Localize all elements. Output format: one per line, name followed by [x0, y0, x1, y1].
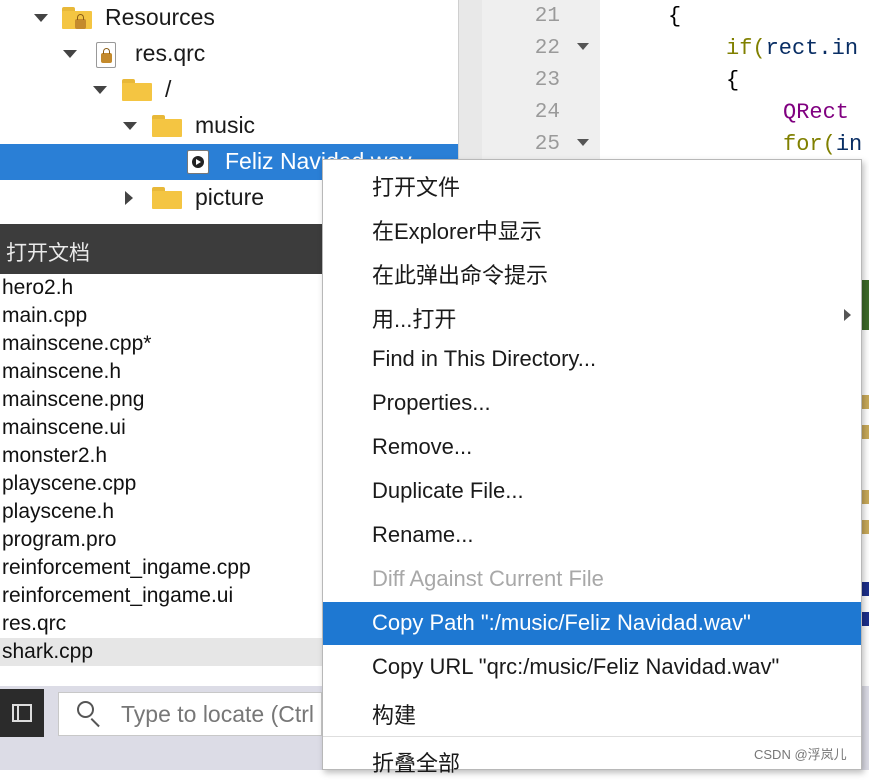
line-number: 25 [534, 133, 560, 156]
menu-item-open-with[interactable]: 用...打开 [323, 294, 861, 337]
menu-separator [323, 736, 861, 737]
tree-item-label: / [165, 76, 172, 102]
fold-marker-icon[interactable] [577, 139, 589, 146]
open-document-item[interactable]: mainscene.png [2, 388, 144, 412]
menu-item-build[interactable]: 构建 [323, 690, 861, 733]
open-document-item[interactable]: reinforcement_ingame.ui [2, 584, 233, 608]
folder-icon [152, 115, 182, 137]
code-line: QRect [783, 100, 850, 125]
open-documents-title: 打开文档 [6, 242, 90, 265]
editor-marker [861, 395, 869, 409]
folder-icon [122, 79, 152, 101]
menu-item-find-in-directory[interactable]: Find in This Directory... [323, 338, 861, 381]
open-document-item[interactable]: main.cpp [2, 304, 87, 328]
collapse-arrow-icon[interactable] [125, 191, 133, 205]
tree-item-label: picture [195, 184, 265, 210]
open-document-item[interactable]: res.qrc [2, 612, 66, 636]
open-document-item[interactable]: playscene.cpp [2, 472, 136, 496]
line-number: 21 [534, 5, 560, 28]
menu-item-remove[interactable]: Remove... [323, 426, 861, 469]
tree-item-res-qrc[interactable]: res.qrc [0, 36, 458, 72]
watermark: CSDN @浮岚儿 [754, 747, 847, 762]
expand-arrow-icon[interactable] [34, 14, 48, 22]
menu-item-open-command-prompt[interactable]: 在此弹出命令提示 [323, 250, 861, 293]
line-number: 23 [534, 69, 560, 92]
folder-icon [152, 187, 182, 209]
fold-marker-icon[interactable] [577, 43, 589, 50]
locator-input[interactable]: Type to locate (Ctrl [58, 692, 322, 736]
editor-marker [861, 612, 869, 626]
toggle-sidebar-button[interactable] [0, 689, 44, 737]
line-number: 22 [534, 37, 560, 60]
editor-marker [861, 520, 869, 534]
open-document-item[interactable]: hero2.h [2, 276, 73, 300]
expand-arrow-icon[interactable] [63, 50, 77, 58]
open-document-item[interactable]: program.pro [2, 528, 116, 552]
editor-marker [861, 425, 869, 439]
open-document-item[interactable]: playscene.h [2, 500, 114, 524]
search-icon [77, 701, 94, 718]
tree-item-label: Resources [105, 4, 215, 30]
menu-item-diff-against-current: Diff Against Current File [372, 566, 604, 591]
menu-item-properties[interactable]: Properties... [323, 382, 861, 425]
menu-item-copy-url[interactable]: Copy URL "qrc:/music/Feliz Navidad.wav" [323, 646, 861, 689]
open-documents-header: 打开文档 [0, 224, 322, 274]
menu-item-open-file[interactable]: 打开文件 [323, 162, 861, 205]
menu-item-rename[interactable]: Rename... [323, 514, 861, 557]
open-document-item[interactable]: mainscene.h [2, 360, 121, 384]
tree-item-resources[interactable]: Resources [0, 0, 458, 36]
expand-arrow-icon[interactable] [93, 86, 107, 94]
resources-folder-icon [62, 7, 92, 29]
editor-marker [861, 582, 869, 596]
open-document-item[interactable]: mainscene.ui [2, 416, 126, 440]
submenu-arrow-icon [844, 309, 851, 321]
code-line: if(rect.in [726, 36, 859, 61]
line-number: 24 [534, 101, 560, 124]
expand-arrow-icon[interactable] [123, 122, 137, 130]
tree-item-label: music [195, 112, 256, 138]
code-line: for(in [783, 132, 863, 157]
menu-item-show-in-explorer[interactable]: 在Explorer中显示 [323, 206, 861, 249]
open-document-item[interactable]: mainscene.cpp* [2, 332, 151, 356]
tree-item-root-folder[interactable]: / [0, 72, 458, 108]
qrc-file-icon [96, 42, 116, 68]
locator-placeholder: Type to locate (Ctrl [121, 701, 315, 727]
tree-item-label: res.qrc [135, 40, 206, 66]
open-document-item[interactable]: shark.cpp [2, 640, 93, 664]
context-menu: 打开文件 在Explorer中显示 在此弹出命令提示 用...打开 Find i… [322, 159, 862, 776]
open-document-item[interactable]: reinforcement_ingame.cpp [2, 556, 251, 580]
audio-file-icon [187, 150, 209, 174]
tree-item-music[interactable]: music [0, 108, 458, 144]
code-line: { [726, 68, 740, 93]
menu-item-copy-path[interactable]: Copy Path ":/music/Feliz Navidad.wav" [323, 602, 861, 645]
editor-marker [861, 490, 869, 504]
code-line: { [668, 4, 682, 29]
menu-item-duplicate-file[interactable]: Duplicate File... [323, 470, 861, 513]
sidebar-toggle-icon [12, 704, 32, 722]
open-document-item[interactable]: monster2.h [2, 444, 107, 468]
